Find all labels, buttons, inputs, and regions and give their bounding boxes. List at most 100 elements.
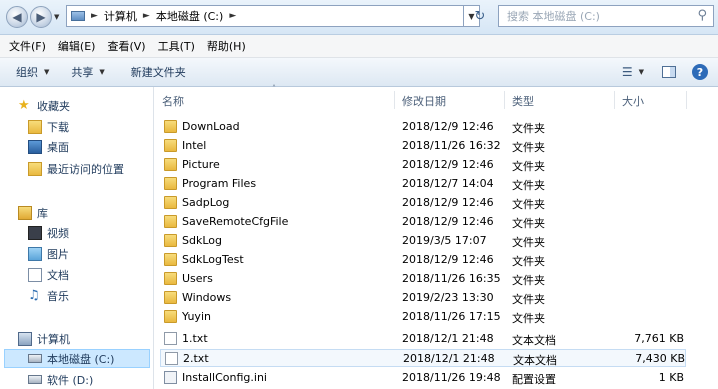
file-modified: 2018/12/9 12:46 [402, 253, 494, 266]
menu-tools[interactable]: 工具(T) [158, 38, 195, 54]
file-type: 文件夹 [512, 312, 545, 325]
nav-videos[interactable]: 视频 [28, 223, 69, 242]
nav-computer[interactable]: 计算机 [18, 329, 70, 348]
nav-libraries-label: 库 [37, 206, 48, 220]
column-divider[interactable] [686, 91, 687, 109]
file-row[interactable]: SdkLog 2019/3/5 17:07 文件夹 [160, 232, 686, 250]
search-placeholder: 搜索 本地磁盘 (C:) [507, 10, 600, 23]
breadcrumb-local-disk[interactable]: 本地磁盘 (C:) [156, 8, 223, 24]
chevron-down-icon[interactable]: ▼ [639, 68, 644, 76]
file-name: Yuyin [182, 310, 211, 323]
file-modified: 2018/12/9 12:46 [402, 215, 494, 228]
help-icon[interactable]: ? [692, 64, 708, 80]
file-row[interactable]: Yuyin 2018/11/26 17:15 文件夹 [160, 308, 686, 326]
nav-software-d[interactable]: 软件 (D:) [28, 370, 93, 389]
share-label: 共享 [71, 66, 94, 79]
nav-local-disk-c[interactable]: 本地磁盘 (C:) [4, 349, 150, 368]
file-name: Intel [182, 139, 207, 152]
file-row[interactable]: SadpLog 2018/12/9 12:46 文件夹 [160, 194, 686, 212]
refresh-icon[interactable]: ↻ [468, 5, 492, 27]
folder-icon [164, 196, 177, 209]
view-controls: ☰ ▼ ? [622, 58, 718, 86]
menu-help[interactable]: 帮助(H) [207, 38, 246, 54]
file-row[interactable]: 1.txt 2018/12/1 21:48 文本文档 7,761 KB [160, 330, 686, 348]
file-name: Program Files [182, 177, 257, 190]
file-row[interactable]: Program Files 2018/12/7 14:04 文件夹 [160, 175, 686, 193]
forward-button[interactable]: ▶ [30, 6, 52, 28]
file-row-hovered[interactable]: 2.txt 2018/12/1 21:48 文本文档 7,430 KB [160, 349, 686, 367]
nav-desktop[interactable]: 桌面 [28, 137, 69, 156]
folder-icon [164, 291, 177, 304]
menu-file[interactable]: 文件(F) [9, 38, 46, 54]
desktop-icon [28, 139, 42, 154]
file-name: SdkLogTest [182, 253, 244, 266]
file-row[interactable]: SdkLogTest 2018/12/9 12:46 文件夹 [160, 251, 686, 269]
downloads-folder-icon [28, 119, 42, 134]
column-divider[interactable] [394, 91, 395, 109]
chevron-down-icon: ▼ [99, 68, 105, 76]
column-header-name[interactable]: 名称 [162, 93, 184, 109]
column-header-size[interactable]: 大小 [622, 93, 644, 109]
nav-favorites[interactable]: ★ 收藏夹 [18, 96, 70, 115]
command-bar: 组织 ▼ 共享 ▼ 新建文件夹 ☰ ▼ ? [0, 58, 718, 87]
video-icon [28, 225, 42, 240]
breadcrumb-chevron-icon[interactable]: ► [143, 11, 150, 21]
folder-icon [164, 139, 177, 152]
file-modified: 2018/12/1 21:48 [402, 332, 494, 345]
breadcrumb-chevron-icon[interactable]: ► [229, 11, 236, 21]
column-header-type[interactable]: 类型 [512, 93, 534, 109]
nav-documents-label: 文档 [47, 268, 69, 282]
column-divider[interactable] [504, 91, 505, 109]
file-modified: 2018/11/26 16:32 [402, 139, 501, 152]
file-row[interactable]: Users 2018/11/26 16:35 文件夹 [160, 270, 686, 288]
file-modified: 2018/12/9 12:46 [402, 196, 494, 209]
text-file-icon [164, 332, 177, 345]
file-row[interactable]: Windows 2019/2/23 13:30 文件夹 [160, 289, 686, 307]
preview-pane-icon[interactable] [662, 66, 676, 78]
file-type: 文件夹 [512, 255, 545, 268]
view-options-icon[interactable]: ☰ [622, 65, 633, 79]
navigation-pane: ★ 收藏夹 下载 桌面 最近访问的位置 库 视频 图片 文档 ♫ 音乐 计算机 … [0, 87, 154, 389]
organize-button[interactable]: 组织 ▼ [16, 64, 49, 80]
file-list: ˄ 名称 修改日期 类型 大小 DownLoad 2018/12/9 12:46… [154, 84, 718, 389]
nav-recent[interactable]: 最近访问的位置 [28, 159, 124, 178]
folder-icon [164, 215, 177, 228]
nav-recent-label: 最近访问的位置 [47, 162, 124, 176]
back-button[interactable]: ◀ [6, 6, 28, 28]
folder-icon [164, 120, 177, 133]
nav-pictures[interactable]: 图片 [28, 244, 69, 263]
file-type: 配置设置 [512, 373, 556, 386]
folder-icon [164, 310, 177, 323]
file-size: 1 KB [658, 371, 684, 384]
file-modified: 2018/11/26 16:35 [402, 272, 501, 285]
file-modified: 2018/12/7 14:04 [402, 177, 494, 190]
share-button[interactable]: 共享 ▼ [71, 64, 104, 80]
breadcrumb-chevron-icon[interactable]: ► [91, 11, 98, 21]
nav-music[interactable]: ♫ 音乐 [28, 286, 69, 305]
nav-libraries[interactable]: 库 [18, 203, 48, 222]
address-box[interactable]: ► 计算机 ► 本地磁盘 (C:) ► [66, 5, 464, 27]
file-row[interactable]: DownLoad 2018/12/9 12:46 文件夹 [160, 118, 686, 136]
new-folder-button[interactable]: 新建文件夹 [131, 64, 186, 80]
breadcrumb-computer[interactable]: 计算机 [104, 8, 137, 24]
file-name: InstallConfig.ini [182, 371, 267, 384]
search-icon[interactable]: ⚲ [697, 8, 707, 23]
nav-documents[interactable]: 文档 [28, 265, 69, 284]
menu-bar: 文件(F) 编辑(E) 查看(V) 工具(T) 帮助(H) [0, 35, 718, 58]
search-input[interactable]: 搜索 本地磁盘 (C:) ⚲ [498, 5, 714, 27]
recent-pages-dropdown-icon[interactable]: ▼ [54, 13, 59, 21]
computer-drive-icon [71, 11, 85, 21]
menu-edit[interactable]: 编辑(E) [58, 38, 96, 54]
column-divider[interactable] [614, 91, 615, 109]
nav-music-label: 音乐 [47, 289, 69, 303]
nav-downloads[interactable]: 下载 [28, 117, 69, 136]
file-row[interactable]: Picture 2018/12/9 12:46 文件夹 [160, 156, 686, 174]
column-header-modified[interactable]: 修改日期 [402, 93, 446, 109]
file-type: 文件夹 [512, 236, 545, 249]
documents-icon [28, 267, 42, 282]
file-row[interactable]: SaveRemoteCfgFile 2018/12/9 12:46 文件夹 [160, 213, 686, 231]
file-row[interactable]: Intel 2018/11/26 16:32 文件夹 [160, 137, 686, 155]
file-type: 文件夹 [512, 217, 545, 230]
menu-view[interactable]: 查看(V) [107, 38, 145, 54]
file-row[interactable]: InstallConfig.ini 2018/11/26 19:48 配置设置 … [160, 369, 686, 387]
